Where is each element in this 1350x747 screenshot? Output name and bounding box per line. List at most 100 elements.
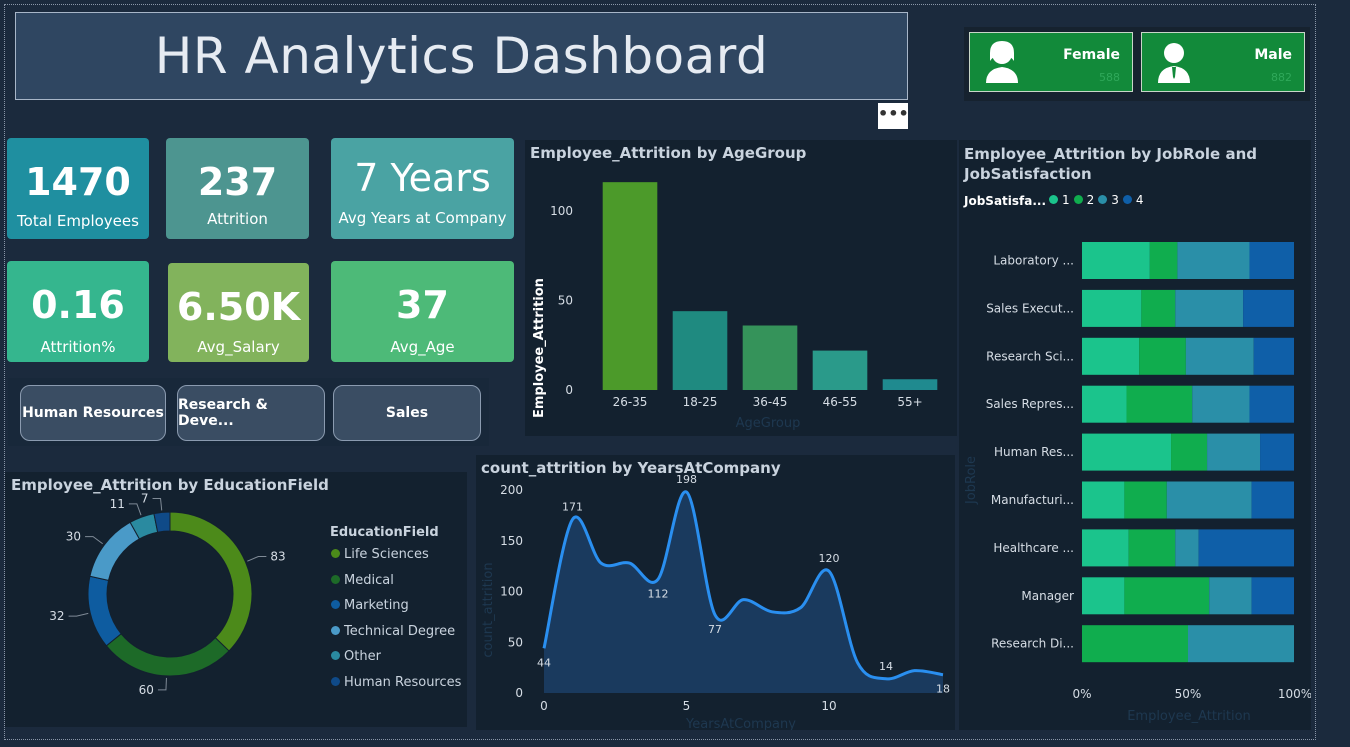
dept-button-sales[interactable]: Sales xyxy=(333,385,481,441)
jobrole-bar-segment xyxy=(1082,289,1142,327)
jobrole-bar-segment xyxy=(1124,481,1167,519)
education-slice xyxy=(105,633,230,677)
years-data-label: 120 xyxy=(819,552,840,565)
kpi-attrition-percent: 0.16 Attrition% xyxy=(7,261,149,362)
age-group-chart-panel: Employee_Attrition by AgeGroup Employee_… xyxy=(525,140,957,436)
jobrole-bar-segment xyxy=(1175,289,1244,327)
kpi-attrition: 237 Attrition xyxy=(166,138,309,239)
dashboard-title: HR Analytics Dashboard xyxy=(154,27,769,85)
jobrole-bar-segment xyxy=(1251,481,1294,519)
kpi-avg-salary: 6.50K Avg_Salary xyxy=(168,263,309,362)
age-bar xyxy=(812,350,868,390)
age-y-tick: 50 xyxy=(558,293,573,307)
jobrole-bar-segment xyxy=(1209,577,1252,615)
jobrole-x-tick: 0% xyxy=(1072,687,1091,701)
dept-button-human-resources[interactable]: Human Resources xyxy=(20,385,166,441)
jobrole-bar-segment xyxy=(1082,242,1150,279)
age-x-tick: 36-45 xyxy=(753,395,788,409)
education-legend-label: Human Resources xyxy=(344,674,462,690)
age-bar xyxy=(742,325,798,390)
jobrole-y-tick: Sales Repres... xyxy=(986,397,1074,411)
kpi-label: Total Employees xyxy=(17,212,139,230)
age-bar xyxy=(882,379,938,390)
age-y-tick: 100 xyxy=(550,204,573,218)
dashboard-title-box: HR Analytics Dashboard xyxy=(15,12,908,100)
education-legend-title: EducationField xyxy=(330,525,439,540)
education-slice xyxy=(89,521,141,581)
jobrole-bar-segment xyxy=(1249,385,1294,423)
jobrole-y-tick: Healthcare ... xyxy=(993,541,1074,555)
jobrole-bar-segment xyxy=(1082,481,1125,519)
years-data-label: 14 xyxy=(879,660,893,673)
years-data-label: 18 xyxy=(936,683,950,696)
male-card[interactable]: Male 882 xyxy=(1141,32,1305,92)
education-slice xyxy=(169,511,253,652)
more-options-button[interactable]: ••• xyxy=(878,103,909,129)
age-bar xyxy=(602,182,658,390)
years-x-tick: 0 xyxy=(540,699,548,713)
kpi-value: 37 xyxy=(396,283,449,327)
jobrole-bar-segment xyxy=(1171,433,1208,471)
gender-panel: Female 588 Male 882 xyxy=(964,27,1310,101)
jobrole-bar-segment xyxy=(1260,433,1294,471)
years-y-tick: 50 xyxy=(508,635,523,649)
female-card[interactable]: Female 588 xyxy=(969,32,1133,92)
jobrole-y-tick: Manager xyxy=(1021,589,1074,603)
jobrole-chart-panel: Employee_Attrition by JobRole and JobSat… xyxy=(959,140,1311,730)
years-x-tick: 10 xyxy=(821,699,836,713)
age-x-tick: 46-55 xyxy=(823,395,858,409)
education-legend-item: Technical Degree xyxy=(331,624,455,639)
female-label: Female xyxy=(1063,47,1120,63)
kpi-avg-years: 7 Years Avg Years at Company xyxy=(331,138,514,239)
years-x-tick: 5 xyxy=(683,699,691,713)
age-bar xyxy=(672,311,728,390)
age-x-tick: 55+ xyxy=(897,395,922,409)
years-data-label: 198 xyxy=(676,473,697,486)
education-data-label: 60 xyxy=(139,683,154,697)
jobrole-bar-segment xyxy=(1139,337,1186,375)
education-legend-item: Medical xyxy=(331,573,394,588)
education-legend-label: Other xyxy=(344,649,381,664)
kpi-label: Attrition xyxy=(207,210,268,228)
education-legend-label: Life Sciences xyxy=(344,547,429,562)
jobrole-y-tick: Research Di... xyxy=(991,637,1074,651)
jobrole-bar-segment xyxy=(1166,481,1252,519)
years-data-label: 77 xyxy=(708,623,722,636)
education-leader-line xyxy=(247,555,267,562)
education-data-label: 7 xyxy=(141,491,149,505)
jobrole-bar-segment xyxy=(1141,289,1176,327)
dept-button-research[interactable]: Research & Deve... xyxy=(177,385,325,441)
jobrole-bar-segment xyxy=(1207,433,1261,471)
jobrole-y-axis-label: JobRole xyxy=(964,456,979,505)
education-data-label: 83 xyxy=(270,549,285,563)
age-group-chart: Employee_Attrition AgeGroup 0 50 100 26-35 1… xyxy=(532,182,938,431)
education-legend-item: Other xyxy=(331,649,381,664)
jobrole-bar-segment xyxy=(1253,337,1294,375)
jobrole-bar-segment xyxy=(1082,529,1129,567)
education-chart-panel: Employee_Attrition by EducationField 83 6… xyxy=(5,472,467,727)
kpi-label: Avg Years at Company xyxy=(338,209,507,227)
jobrole-bar-segment xyxy=(1249,242,1294,279)
kpi-value: 237 xyxy=(197,160,278,204)
education-legend-item: Marketing xyxy=(331,598,409,613)
age-y-tick: 0 xyxy=(565,383,573,397)
years-data-label: 171 xyxy=(562,500,583,513)
jobrole-bar-segment xyxy=(1175,529,1199,567)
jobrole-bar-segment xyxy=(1124,577,1210,615)
years-y-tick: 100 xyxy=(500,585,523,599)
jobrole-x-tick: 100% xyxy=(1278,687,1311,701)
education-legend-item: Human Resources xyxy=(331,675,461,690)
kpi-avg-age: 37 Avg_Age xyxy=(331,261,514,362)
jobrole-bar-segment xyxy=(1198,529,1294,567)
female-count: 588 xyxy=(1099,71,1120,84)
years-y-tick: 150 xyxy=(500,534,523,548)
education-leader-line xyxy=(68,612,89,617)
jobrole-bar-segment xyxy=(1192,385,1250,423)
years-data-label: 44 xyxy=(537,656,551,669)
jobrole-bar-segment xyxy=(1082,577,1125,615)
education-data-label: 32 xyxy=(49,609,64,623)
jobrole-bar-segment xyxy=(1128,529,1176,567)
years-area-chart: count_attrition YearsAtCompany 050100150… xyxy=(481,473,950,730)
education-leader-line xyxy=(85,536,103,545)
female-user-icon xyxy=(986,41,1018,83)
